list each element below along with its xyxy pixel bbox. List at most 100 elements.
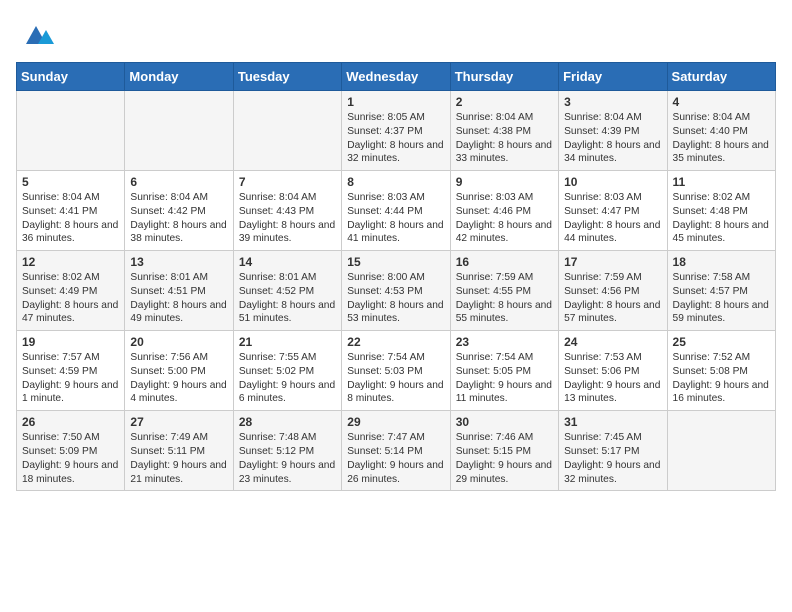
day-info: Sunrise: 8:00 AM Sunset: 4:53 PM Dayligh…: [347, 271, 444, 326]
day-number: 22: [347, 335, 444, 349]
calendar-week-1: 1 Sunrise: 8:05 AM Sunset: 4:37 PM Daylig…: [17, 91, 776, 171]
weekday-header-thursday: Thursday: [450, 63, 558, 91]
day-number: 5: [22, 175, 119, 189]
day-info: Sunrise: 8:02 AM Sunset: 4:49 PM Dayligh…: [22, 271, 119, 326]
calendar-cell: 28 Sunrise: 7:48 AM Sunset: 5:12 PM Dayli…: [233, 411, 341, 491]
day-info: Sunrise: 7:55 AM Sunset: 5:02 PM Dayligh…: [239, 351, 336, 406]
calendar-cell: 8 Sunrise: 8:03 AM Sunset: 4:44 PM Daylig…: [342, 171, 450, 251]
calendar-cell: 30Sunrise: 7:46 AM Sunset: 5:15 PM Dayli…: [450, 411, 558, 491]
day-info: Sunrise: 8:03 AM Sunset: 4:47 PM Dayligh…: [564, 191, 661, 246]
weekday-header-tuesday: Tuesday: [233, 63, 341, 91]
day-info: Sunrise: 8:03 AM Sunset: 4:44 PM Dayligh…: [347, 191, 444, 246]
day-info: Sunrise: 8:01 AM Sunset: 4:51 PM Dayligh…: [130, 271, 227, 326]
day-number: 26: [22, 415, 119, 429]
calendar-cell: 14 Sunrise: 8:01 AM Sunset: 4:52 PM Dayli…: [233, 251, 341, 331]
calendar-cell: 4 Sunrise: 8:04 AM Sunset: 4:40 PM Daylig…: [667, 91, 775, 171]
day-number: 9: [456, 175, 553, 189]
day-number: 3: [564, 95, 661, 109]
calendar-cell: 16 Sunrise: 7:59 AM Sunset: 4:55 PM Dayli…: [450, 251, 558, 331]
calendar-table: SundayMondayTuesdayWednesdayThursdayFrid…: [16, 62, 776, 491]
calendar-week-5: 26 Sunrise: 7:50 AM Sunset: 5:09 PM Dayli…: [17, 411, 776, 491]
day-number: 31: [564, 415, 661, 429]
calendar-cell: 2Sunrise: 8:04 AM Sunset: 4:38 PM Daylig…: [450, 91, 558, 171]
calendar-cell: 6 Sunrise: 8:04 AM Sunset: 4:42 PM Daylig…: [125, 171, 233, 251]
day-number: 29: [347, 415, 444, 429]
day-number: 18: [673, 255, 770, 269]
calendar-cell: 22 Sunrise: 7:54 AM Sunset: 5:03 PM Dayli…: [342, 331, 450, 411]
day-number: 17: [564, 255, 661, 269]
day-number: 8: [347, 175, 444, 189]
day-info: Sunrise: 7:54 AM Sunset: 5:05 PM Dayligh…: [456, 351, 553, 406]
day-number: 1: [347, 95, 444, 109]
day-info: Sunrise: 7:48 AM Sunset: 5:12 PM Dayligh…: [239, 431, 336, 486]
day-info: Sunrise: 8:03 AM Sunset: 4:46 PM Dayligh…: [456, 191, 553, 246]
day-number: 28: [239, 415, 336, 429]
day-number: 10: [564, 175, 661, 189]
day-info: Sunrise: 7:52 AM Sunset: 5:08 PM Dayligh…: [673, 351, 770, 406]
weekday-header-monday: Monday: [125, 63, 233, 91]
day-number: 13: [130, 255, 227, 269]
calendar-cell: 9 Sunrise: 8:03 AM Sunset: 4:46 PM Daylig…: [450, 171, 558, 251]
day-info: Sunrise: 7:54 AM Sunset: 5:03 PM Dayligh…: [347, 351, 444, 406]
day-info: Sunrise: 7:59 AM Sunset: 4:55 PM Dayligh…: [456, 271, 553, 326]
weekday-header-wednesday: Wednesday: [342, 63, 450, 91]
day-number: 6: [130, 175, 227, 189]
calendar-cell: [17, 91, 125, 171]
calendar-cell: 7Sunrise: 8:04 AM Sunset: 4:43 PM Daylig…: [233, 171, 341, 251]
calendar-cell: 18Sunrise: 7:58 AM Sunset: 4:57 PM Dayli…: [667, 251, 775, 331]
day-number: 15: [347, 255, 444, 269]
day-info: Sunrise: 8:04 AM Sunset: 4:43 PM Dayligh…: [239, 191, 336, 246]
calendar-cell: 10 Sunrise: 8:03 AM Sunset: 4:47 PM Dayli…: [559, 171, 667, 251]
day-info: Sunrise: 8:04 AM Sunset: 4:38 PM Dayligh…: [456, 111, 553, 166]
calendar-cell: 3 Sunrise: 8:04 AM Sunset: 4:39 PM Daylig…: [559, 91, 667, 171]
day-number: 11: [673, 175, 770, 189]
day-info: Sunrise: 7:59 AM Sunset: 4:56 PM Dayligh…: [564, 271, 661, 326]
day-info: Sunrise: 8:04 AM Sunset: 4:41 PM Dayligh…: [22, 191, 119, 246]
day-number: 16: [456, 255, 553, 269]
day-number: 30: [456, 415, 553, 429]
weekday-header-friday: Friday: [559, 63, 667, 91]
day-number: 12: [22, 255, 119, 269]
day-info: Sunrise: 7:53 AM Sunset: 5:06 PM Dayligh…: [564, 351, 661, 406]
calendar-cell: 20 Sunrise: 7:56 AM Sunset: 5:00 PM Dayli…: [125, 331, 233, 411]
calendar-cell: 11Sunrise: 8:02 AM Sunset: 4:48 PM Dayli…: [667, 171, 775, 251]
day-number: 4: [673, 95, 770, 109]
day-info: Sunrise: 7:47 AM Sunset: 5:14 PM Dayligh…: [347, 431, 444, 486]
calendar-cell: 17 Sunrise: 7:59 AM Sunset: 4:56 PM Dayli…: [559, 251, 667, 331]
page-header: [16, 16, 776, 52]
day-number: 27: [130, 415, 227, 429]
day-info: Sunrise: 7:50 AM Sunset: 5:09 PM Dayligh…: [22, 431, 119, 486]
calendar-cell: 24 Sunrise: 7:53 AM Sunset: 5:06 PM Dayli…: [559, 331, 667, 411]
day-info: Sunrise: 8:01 AM Sunset: 4:52 PM Dayligh…: [239, 271, 336, 326]
logo: [16, 16, 54, 52]
day-number: 14: [239, 255, 336, 269]
calendar-cell: 13 Sunrise: 8:01 AM Sunset: 4:51 PM Dayli…: [125, 251, 233, 331]
day-info: Sunrise: 8:05 AM Sunset: 4:37 PM Dayligh…: [347, 111, 444, 166]
day-info: Sunrise: 8:04 AM Sunset: 4:40 PM Dayligh…: [673, 111, 770, 166]
day-info: Sunrise: 7:49 AM Sunset: 5:11 PM Dayligh…: [130, 431, 227, 486]
day-info: Sunrise: 7:57 AM Sunset: 4:59 PM Dayligh…: [22, 351, 119, 406]
calendar-week-2: 5 Sunrise: 8:04 AM Sunset: 4:41 PM Daylig…: [17, 171, 776, 251]
calendar-cell: [667, 411, 775, 491]
calendar-cell: [233, 91, 341, 171]
calendar-cell: [125, 91, 233, 171]
day-info: Sunrise: 8:04 AM Sunset: 4:39 PM Dayligh…: [564, 111, 661, 166]
calendar-cell: 26 Sunrise: 7:50 AM Sunset: 5:09 PM Dayli…: [17, 411, 125, 491]
day-number: 24: [564, 335, 661, 349]
calendar-cell: 1 Sunrise: 8:05 AM Sunset: 4:37 PM Daylig…: [342, 91, 450, 171]
day-number: 20: [130, 335, 227, 349]
logo-icon: [18, 16, 54, 52]
calendar-cell: 29 Sunrise: 7:47 AM Sunset: 5:14 PM Dayli…: [342, 411, 450, 491]
day-info: Sunrise: 7:45 AM Sunset: 5:17 PM Dayligh…: [564, 431, 661, 486]
day-number: 19: [22, 335, 119, 349]
calendar-cell: 31 Sunrise: 7:45 AM Sunset: 5:17 PM Dayli…: [559, 411, 667, 491]
calendar-cell: 25 Sunrise: 7:52 AM Sunset: 5:08 PM Dayli…: [667, 331, 775, 411]
calendar-week-3: 12 Sunrise: 8:02 AM Sunset: 4:49 PM Dayli…: [17, 251, 776, 331]
calendar-week-4: 19 Sunrise: 7:57 AM Sunset: 4:59 PM Dayli…: [17, 331, 776, 411]
day-number: 25: [673, 335, 770, 349]
day-info: Sunrise: 7:56 AM Sunset: 5:00 PM Dayligh…: [130, 351, 227, 406]
calendar-header-row: SundayMondayTuesdayWednesdayThursdayFrid…: [17, 63, 776, 91]
calendar-cell: 5 Sunrise: 8:04 AM Sunset: 4:41 PM Daylig…: [17, 171, 125, 251]
weekday-header-saturday: Saturday: [667, 63, 775, 91]
day-info: Sunrise: 8:04 AM Sunset: 4:42 PM Dayligh…: [130, 191, 227, 246]
